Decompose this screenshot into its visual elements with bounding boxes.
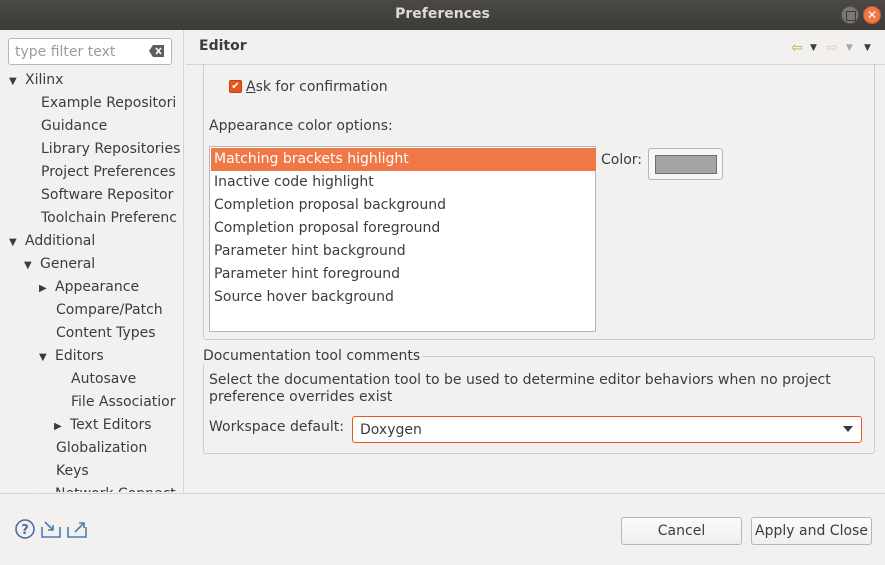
collapse-arrow-icon[interactable]: ▶ <box>39 490 55 492</box>
confirm-label-text: sk for confirmation <box>255 79 388 95</box>
tree-item-label: Toolchain Preferenc <box>41 210 177 226</box>
tree-item-label: Project Preferences <box>41 164 176 180</box>
forward-menu-icon[interactable]: ▼ <box>846 43 853 53</box>
tree-item[interactable]: Toolchain Preferenc <box>24 210 177 230</box>
workspace-default-select[interactable]: Doxygen <box>352 416 862 443</box>
tree-item[interactable]: Compare/Patch <box>39 302 163 322</box>
tree-item[interactable]: Project Preferences <box>24 164 176 184</box>
title-bar: Preferences ✕ <box>0 0 885 30</box>
tree-item-label: Software Repositor <box>41 187 174 203</box>
collapse-arrow-icon[interactable]: ▶ <box>39 283 55 294</box>
checkmark-icon: ✔ <box>231 81 240 92</box>
close-button[interactable]: ✕ <box>863 6 881 24</box>
import-icon[interactable] <box>40 519 62 539</box>
color-option-item[interactable]: Parameter hint foreground <box>211 263 596 286</box>
tree-item[interactable]: ▶ Text Editors <box>54 417 152 437</box>
cancel-button[interactable]: Cancel <box>621 517 742 545</box>
tree-item[interactable]: File Associatior <box>54 394 175 414</box>
clear-filter-icon[interactable] <box>149 44 165 58</box>
workspace-default-value: Doxygen <box>360 422 422 438</box>
tree-item[interactable]: Globalization <box>39 440 147 460</box>
tree-item-label: General <box>40 256 96 272</box>
color-option-item[interactable]: Source hover background <box>211 286 596 309</box>
back-arrow-icon[interactable]: ⇦ <box>791 40 803 56</box>
filter-input[interactable] <box>15 42 145 61</box>
svg-text:?: ? <box>21 523 29 538</box>
close-icon: ✕ <box>866 8 878 22</box>
tree-item[interactable]: Guidance <box>24 118 107 138</box>
color-picker-button[interactable] <box>648 148 723 180</box>
tree-item[interactable]: Autosave <box>54 371 136 391</box>
workspace-default-label: Workspace default: <box>209 419 344 435</box>
expand-arrow-icon[interactable]: ▼ <box>9 237 25 248</box>
tree-item[interactable]: Example Repositori <box>24 95 176 115</box>
preference-tree: ▼ Xilinx Example Repositori Guidance Library… <box>0 72 182 492</box>
tree-item[interactable]: ▼ Xilinx <box>9 72 63 92</box>
back-menu-icon[interactable]: ▼ <box>810 43 817 53</box>
maximize-button[interactable] <box>841 6 859 24</box>
window-title: Preferences <box>395 6 490 22</box>
confirm-mnemonic: A <box>246 79 256 95</box>
tree-item-label: Library Repositories <box>41 141 181 157</box>
tree-item[interactable]: Software Repositor <box>24 187 173 207</box>
help-icon[interactable]: ? <box>14 519 36 539</box>
tree-item[interactable]: ▶ Appearance <box>39 279 139 299</box>
tree-item-label: Additional <box>25 233 96 249</box>
tree-item-label: Appearance <box>55 279 140 295</box>
tree-item-label: File Associatior <box>71 394 176 410</box>
color-option-item[interactable]: Completion proposal background <box>211 194 596 217</box>
sidebar-divider[interactable] <box>183 30 184 493</box>
tree-item-label: Compare/Patch <box>56 302 163 318</box>
tree-item-label: Keys <box>56 463 89 479</box>
tree-item[interactable]: ▼ General <box>24 256 95 276</box>
collapse-arrow-icon[interactable]: ▶ <box>54 421 70 432</box>
confirm-checkbox-label[interactable]: Ask for confirmation <box>246 79 388 95</box>
apply-and-close-button[interactable]: Apply and Close <box>751 517 872 545</box>
page-title: Editor <box>199 38 247 54</box>
tree-item-label: Network Connect <box>55 486 176 492</box>
tree-item-label: Text Editors <box>70 417 152 433</box>
page-header: Editor ⇦ ▼ ⇨ ▼ ▼ <box>186 30 885 64</box>
filter-field[interactable] <box>8 38 172 65</box>
tree-item-label: Content Types <box>56 325 156 341</box>
tree-item[interactable]: ▶Network Connect <box>39 486 176 492</box>
expand-arrow-icon[interactable]: ▼ <box>9 76 25 87</box>
appearance-options-label: Appearance color options: <box>209 118 393 134</box>
tree-item[interactable]: Library Repositories <box>24 141 180 161</box>
chevron-down-icon <box>843 426 853 432</box>
tree-item-label: Guidance <box>41 118 108 134</box>
tree-item[interactable]: Keys <box>39 463 89 483</box>
tree-item[interactable]: ▼ Editors <box>39 348 104 368</box>
tree-item-label: Example Repositori <box>41 95 177 111</box>
documentation-description: Select the documentation tool to be used… <box>209 372 831 405</box>
forward-arrow-icon[interactable]: ⇨ <box>826 40 838 56</box>
color-options-list[interactable]: Matching brackets highlight Inactive code… <box>209 146 596 332</box>
tree-item-label: Editors <box>55 348 104 364</box>
tree-item[interactable]: ▼ Additional <box>9 233 95 253</box>
confirm-checkbox[interactable]: ✔ <box>229 80 242 93</box>
view-menu-icon[interactable]: ▼ <box>864 43 871 53</box>
tree-item-label: Autosave <box>71 371 137 387</box>
tree-item[interactable]: Content Types <box>39 325 156 345</box>
footer-divider <box>0 493 885 494</box>
expand-arrow-icon[interactable]: ▼ <box>24 260 40 271</box>
color-option-item[interactable]: Parameter hint background <box>211 240 596 263</box>
color-swatch <box>655 155 717 174</box>
documentation-group-title: Documentation tool comments <box>203 348 423 364</box>
expand-arrow-icon[interactable]: ▼ <box>39 352 55 363</box>
color-label: Color: <box>601 152 643 168</box>
color-option-item[interactable]: Completion proposal foreground <box>211 217 596 240</box>
color-option-item[interactable]: Inactive code highlight <box>211 171 596 194</box>
color-option-item[interactable]: Matching brackets highlight <box>211 148 596 171</box>
export-icon[interactable] <box>66 519 88 539</box>
tree-item-label: Globalization <box>56 440 148 456</box>
tree-item-label: Xilinx <box>25 72 64 88</box>
